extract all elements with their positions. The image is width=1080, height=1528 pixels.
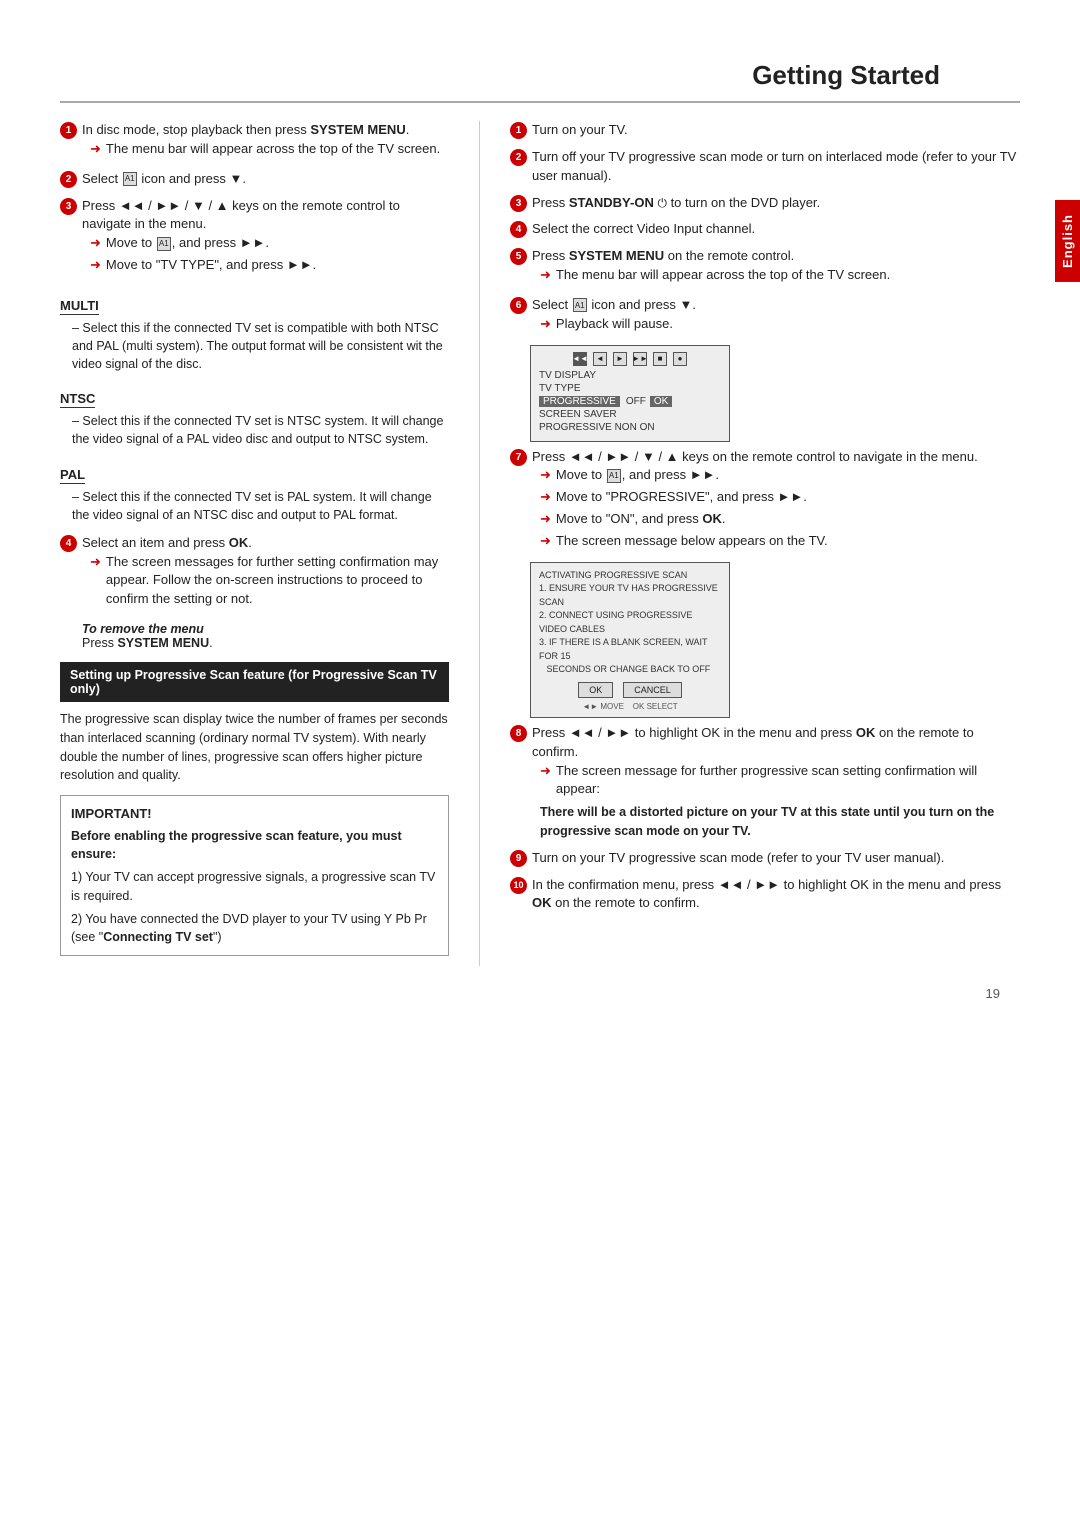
- a1-icon-r7: A1: [607, 469, 621, 483]
- step-num-4: 4: [60, 535, 77, 552]
- step-num-3: 3: [60, 198, 77, 215]
- screen-icon-rec: ●: [673, 352, 687, 366]
- remove-menu-text: Press SYSTEM MENU.: [82, 636, 449, 650]
- step2-text: Select A1 icon and press ▼.: [82, 171, 246, 186]
- r-step-1: 1 Turn on your TV.: [510, 121, 1020, 140]
- step-num-1: 1: [60, 122, 77, 139]
- highlight-box: Setting up Progressive Scan feature (for…: [60, 662, 449, 702]
- screen-row-label-5: PROGRESSIVE NON ON: [539, 422, 655, 433]
- important-bold: Before enabling the progressive scan fea…: [71, 827, 438, 865]
- r-step-num-10: 10: [510, 877, 527, 894]
- page-title: Getting Started: [60, 0, 1020, 103]
- screen-row-label-2: TV TYPE: [539, 383, 619, 394]
- r-step-num-4: 4: [510, 221, 527, 238]
- r-step7-text: Press ◄◄ / ►► / ▼ / ▲ keys on the remote…: [532, 449, 978, 464]
- left-column: 1 In disc mode, stop playback then press…: [60, 121, 480, 966]
- r-step2-text: Turn off your TV progressive scan mode o…: [532, 149, 1016, 183]
- screen-row-label-4: SCREEN SAVER: [539, 409, 619, 420]
- step-2: 2 Select A1 icon and press ▼.: [60, 170, 449, 189]
- pal-section: PAL – Select this if the connected TV se…: [60, 457, 449, 524]
- r-step-4: 4 Select the correct Video Input channel…: [510, 220, 1020, 239]
- progressive-text: The progressive scan display twice the n…: [60, 710, 449, 785]
- step-num-2: 2: [60, 171, 77, 188]
- step1-arrow1: The menu bar will appear across the top …: [106, 140, 440, 159]
- important-box: IMPORTANT! Before enabling the progressi…: [60, 795, 449, 956]
- screen-icon-stop: ■: [653, 352, 667, 366]
- screen-icon-fwd: ►►: [633, 352, 647, 366]
- ntsc-text: – Select this if the connected TV set is…: [72, 412, 449, 448]
- important-item2: 2) You have connected the DVD player to …: [71, 910, 438, 948]
- r-step-9: 9 Turn on your TV progressive scan mode …: [510, 849, 1020, 868]
- screen-simulation-1: ◄◄ ◄ ► ►► ■ ● TV DISPLAY TV TYPE PROGRES…: [530, 345, 730, 442]
- pal-header: PAL: [60, 467, 85, 484]
- multi-section: MULTI – Select this if the connected TV …: [60, 288, 449, 373]
- step4-arrow: The screen messages for further setting …: [106, 553, 449, 610]
- r-step4-text: Select the correct Video Input channel.: [532, 221, 755, 236]
- a1-icon: A1: [123, 172, 137, 186]
- r-step-num-7: 7: [510, 449, 527, 466]
- important-item1: 1) Your TV can accept progressive signal…: [71, 868, 438, 906]
- r-step3-text: Press STANDBY-ON ⏻ to turn on the DVD pl…: [532, 195, 820, 210]
- r-step8-warning: There will be a distorted picture on you…: [540, 803, 1020, 841]
- r-step6-text: Select A1 icon and press ▼.: [532, 297, 696, 312]
- screen2-cancel-btn: CANCEL: [623, 682, 682, 698]
- r-step-10: 10 In the confirmation menu, press ◄◄ / …: [510, 876, 1020, 914]
- multi-header: MULTI: [60, 298, 99, 315]
- multi-text: – Select this if the connected TV set is…: [72, 319, 449, 373]
- r-step-num-9: 9: [510, 850, 527, 867]
- pal-text: – Select this if the connected TV set is…: [72, 488, 449, 524]
- step-1: 1 In disc mode, stop playback then press…: [60, 121, 449, 162]
- screen-icon-rew: ◄◄: [573, 352, 587, 366]
- screen2-ok-btn: OK: [578, 682, 613, 698]
- screen2-hint: ◄► MOVE OK SELECT: [539, 702, 721, 711]
- r-step8-text: Press ◄◄ / ►► to highlight OK in the men…: [532, 725, 974, 759]
- r-step-6: 6 Select A1 icon and press ▼. ➜ Playback…: [510, 296, 1020, 337]
- remove-menu-header: To remove the menu: [82, 622, 449, 636]
- screen2-text: ACTIVATING PROGRESSIVE SCAN 1. ENSURE YO…: [539, 569, 721, 677]
- r-step-2: 2 Turn off your TV progressive scan mode…: [510, 148, 1020, 186]
- screen-row-label-1: TV DISPLAY: [539, 370, 619, 381]
- r-step-5: 5 Press SYSTEM MENU on the remote contro…: [510, 247, 1020, 288]
- remove-menu-section: To remove the menu Press SYSTEM MENU.: [82, 622, 449, 650]
- step-3: 3 Press ◄◄ / ►► / ▼ / ▲ keys on the remo…: [60, 197, 449, 278]
- screen-row-label-3: PROGRESSIVE: [539, 396, 620, 407]
- screen-icon-play: ►: [613, 352, 627, 366]
- screen-simulation-2: ACTIVATING PROGRESSIVE SCAN 1. ENSURE YO…: [530, 562, 730, 718]
- screen-icon-back: ◄: [593, 352, 607, 366]
- r-step1-text: Turn on your TV.: [532, 122, 628, 137]
- r-step10-text: In the confirmation menu, press ◄◄ / ►► …: [532, 877, 1001, 911]
- important-header: IMPORTANT!: [71, 804, 438, 824]
- a1-icon-2: A1: [157, 237, 171, 251]
- r-step-num-2: 2: [510, 149, 527, 166]
- r-step-num-5: 5: [510, 248, 527, 265]
- r-step-num-6: 6: [510, 297, 527, 314]
- r-step-num-3: 3: [510, 195, 527, 212]
- ntsc-section: NTSC – Select this if the connected TV s…: [60, 381, 449, 448]
- ntsc-header: NTSC: [60, 391, 95, 408]
- page-number: 19: [0, 966, 1080, 1001]
- r-step-num-1: 1: [510, 122, 527, 139]
- step1-bold: SYSTEM MENU: [310, 122, 405, 137]
- r-step9-text: Turn on your TV progressive scan mode (r…: [532, 850, 944, 865]
- a1-icon-r6: A1: [573, 298, 587, 312]
- r-step-num-8: 8: [510, 725, 527, 742]
- r-step-8: 8 Press ◄◄ / ►► to highlight OK in the m…: [510, 724, 1020, 841]
- r-step-3: 3 Press STANDBY-ON ⏻ to turn on the DVD …: [510, 194, 1020, 213]
- screen-row-val-3: OFF: [626, 396, 646, 407]
- r-step5-text: Press SYSTEM MENU on the remote control.: [532, 248, 794, 263]
- step3-text: Press ◄◄ / ►► / ▼ / ▲ keys on the remote…: [82, 198, 400, 232]
- r-step-7: 7 Press ◄◄ / ►► / ▼ / ▲ keys on the remo…: [510, 448, 1020, 554]
- right-column: 1 Turn on your TV. 2 Turn off your TV pr…: [480, 121, 1020, 966]
- english-tab: English: [1055, 200, 1080, 282]
- step1-text: In disc mode, stop playback then press: [82, 122, 310, 137]
- step-4: 4 Select an item and press OK. ➜ The scr…: [60, 534, 449, 612]
